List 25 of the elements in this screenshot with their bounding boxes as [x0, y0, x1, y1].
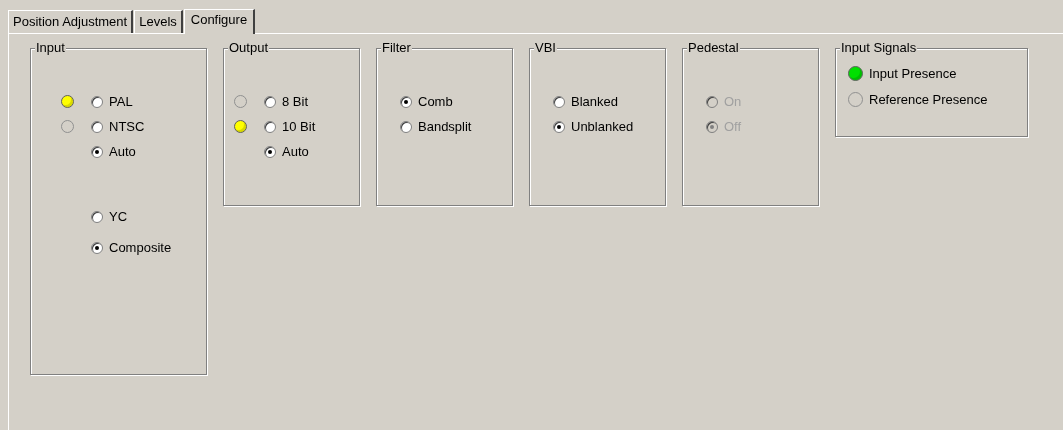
radio-label[interactable]: YC	[109, 209, 128, 224]
group-title: Input	[35, 40, 66, 56]
radio-label[interactable]: 10 Bit	[282, 119, 316, 134]
tab[interactable]: Levels	[134, 10, 183, 33]
radio-label[interactable]: Bandsplit	[418, 119, 472, 134]
tab[interactable]: Position Adjustment	[8, 10, 134, 33]
group-title: Input Signals	[840, 40, 918, 56]
radio-label[interactable]: Auto	[282, 144, 309, 159]
radio-label[interactable]: Unblanked	[571, 119, 634, 134]
radio-button[interactable]	[91, 95, 103, 108]
radio-label[interactable]: Blanked	[571, 94, 618, 109]
signal-label: Reference Presence	[869, 91, 988, 107]
radio-button[interactable]	[553, 95, 565, 108]
radio-label[interactable]: NTSC	[109, 119, 145, 134]
group-title: Output	[228, 40, 270, 56]
radio-label[interactable]: Comb	[418, 94, 453, 109]
signal-label: Input Presence	[869, 65, 957, 81]
radio-label[interactable]: Composite	[109, 240, 172, 255]
radio-label[interactable]: Auto	[109, 144, 136, 159]
radio-button[interactable]	[264, 120, 276, 133]
radio-label[interactable]: 8 Bit	[282, 94, 308, 109]
radio-label[interactable]: PAL	[109, 94, 133, 109]
tab[interactable]: Configure	[183, 9, 256, 34]
radio-button[interactable]	[400, 95, 412, 108]
radio-button[interactable]	[91, 145, 103, 158]
